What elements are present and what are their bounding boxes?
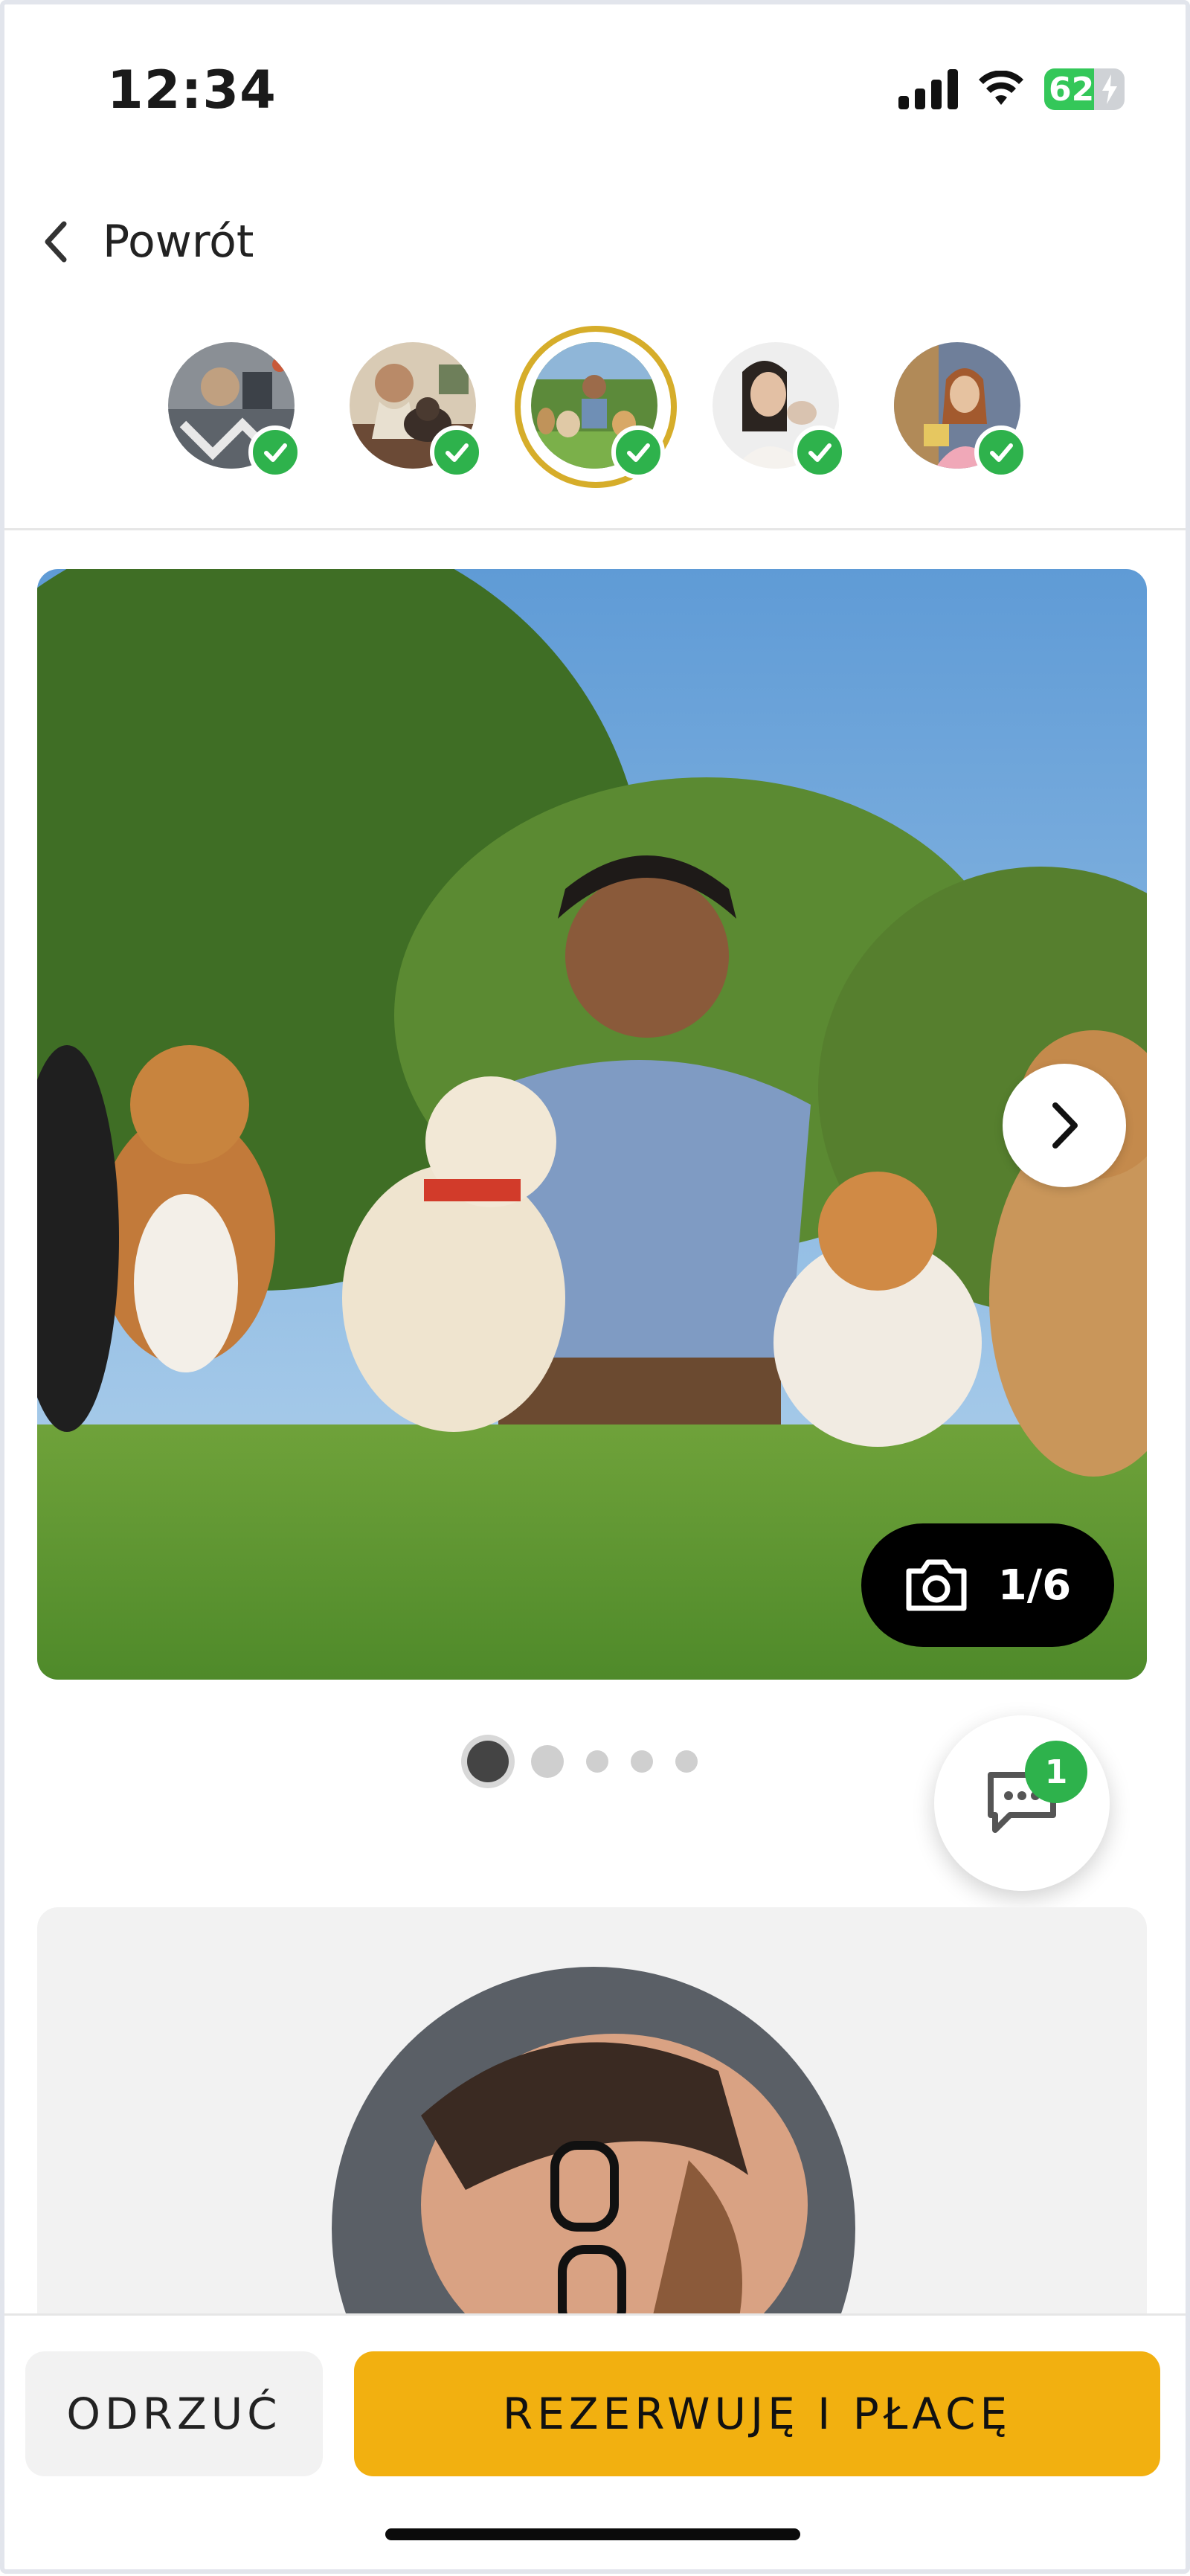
- photo-counter-text: 1/6: [997, 1561, 1072, 1610]
- pagination-dot[interactable]: [675, 1750, 698, 1773]
- bottom-action-bar: ODRZUĆ REZERWUJĘ I PŁACĘ: [0, 2313, 1190, 2576]
- pagination-dot[interactable]: [631, 1750, 653, 1773]
- pagination-dot[interactable]: [586, 1750, 608, 1773]
- battery-icon: 62: [1044, 68, 1125, 110]
- sitter-avatar-strip: [168, 326, 1028, 488]
- chevron-left-icon: [45, 221, 67, 263]
- checkmark-icon: [430, 425, 483, 479]
- battery-percent: 62: [1049, 70, 1095, 109]
- next-photo-button[interactable]: [1003, 1064, 1126, 1187]
- camera-icon: [906, 1559, 967, 1611]
- chat-unread-badge: 1: [1025, 1741, 1087, 1803]
- gallery-pagination: [467, 1741, 698, 1782]
- home-indicator[interactable]: [385, 2528, 800, 2540]
- checkmark-icon: [248, 425, 302, 479]
- sitter-avatar-5[interactable]: [894, 342, 1028, 479]
- signal-icon: [898, 69, 958, 109]
- back-button[interactable]: Powrót: [42, 216, 254, 268]
- sitter-avatar-3-selected[interactable]: [515, 326, 677, 488]
- back-label: Powrót: [103, 216, 254, 268]
- pagination-dot[interactable]: [531, 1745, 564, 1778]
- book-and-pay-button[interactable]: REZERWUJĘ I PŁACĘ: [354, 2351, 1160, 2476]
- chat-button[interactable]: [934, 1715, 1110, 1891]
- status-time: 12:34: [107, 60, 277, 121]
- status-icons: 62: [898, 68, 1125, 110]
- photo-counter-badge[interactable]: 1/6: [861, 1523, 1114, 1647]
- checkmark-icon: [974, 425, 1028, 479]
- sitter-avatar-2[interactable]: [350, 342, 483, 479]
- charging-bolt-icon: [1102, 74, 1117, 104]
- sitter-avatar-4[interactable]: [713, 342, 846, 479]
- chevron-right-icon: [1052, 1102, 1078, 1149]
- wifi-icon: [979, 71, 1023, 105]
- sitter-avatar-1[interactable]: [168, 342, 302, 479]
- checkmark-icon: [793, 425, 846, 479]
- header-divider: [0, 528, 1190, 530]
- pagination-dot-active[interactable]: [467, 1741, 509, 1782]
- reject-button[interactable]: ODRZUĆ: [25, 2351, 323, 2476]
- checkmark-icon: [611, 425, 665, 479]
- gallery-photo[interactable]: [37, 569, 1147, 1680]
